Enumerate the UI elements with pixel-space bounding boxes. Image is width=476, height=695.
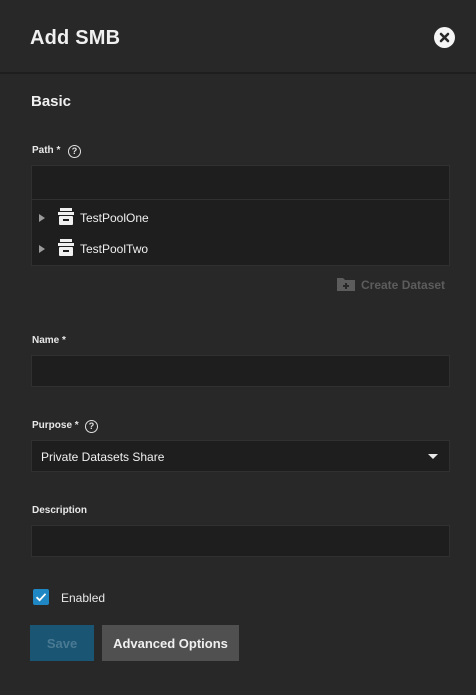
description-label: Description	[32, 505, 88, 516]
caret-right-icon[interactable]	[39, 214, 45, 222]
tree-node-label: TestPoolTwo	[80, 242, 149, 256]
purpose-help-icon[interactable]: ?	[85, 420, 98, 433]
name-input[interactable]	[32, 356, 449, 386]
pool-icon	[58, 239, 74, 256]
path-tree: TestPoolOne TestPoolTwo	[31, 200, 450, 266]
enabled-checkbox[interactable]	[33, 589, 49, 605]
tree-node-testpooltwo[interactable]: TestPoolTwo	[32, 234, 449, 264]
description-field[interactable]	[31, 525, 450, 557]
path-label: Path *	[32, 145, 61, 156]
purpose-selected-value: Private Datasets Share	[41, 450, 165, 464]
path-input-field[interactable]	[32, 166, 449, 199]
chevron-down-icon[interactable]	[428, 454, 438, 459]
create-dataset-label: Create Dataset	[361, 278, 446, 292]
dialog-header: Add SMB	[0, 0, 476, 74]
path-help-icon[interactable]: ?	[68, 145, 81, 158]
tree-node-label: TestPoolOne	[80, 211, 149, 225]
folder-plus-icon	[337, 278, 355, 291]
dialog-title: Add SMB	[30, 27, 121, 49]
purpose-label: Purpose *	[32, 420, 79, 431]
path-input[interactable]	[31, 165, 450, 200]
name-field[interactable]	[31, 355, 450, 387]
name-label: Name *	[32, 335, 66, 346]
caret-right-icon[interactable]	[39, 245, 45, 253]
description-input[interactable]	[32, 526, 449, 556]
tree-node-testpoolone[interactable]: TestPoolOne	[32, 203, 449, 233]
create-dataset-button[interactable]: Create Dataset	[336, 275, 446, 293]
save-button[interactable]: Save	[30, 625, 94, 661]
advanced-options-button[interactable]: Advanced Options	[102, 625, 239, 661]
check-icon	[35, 593, 47, 602]
section-title-basic: Basic	[31, 93, 72, 110]
purpose-select[interactable]: Private Datasets Share	[31, 440, 450, 472]
enabled-label: Enabled	[61, 591, 106, 605]
pool-icon	[58, 208, 74, 225]
close-icon[interactable]	[434, 27, 455, 48]
